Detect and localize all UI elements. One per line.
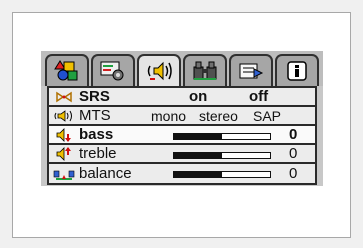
settings-tools-icon	[100, 61, 124, 81]
srs-row[interactable]: SRS on off	[49, 88, 315, 107]
tab-setup[interactable]	[91, 54, 135, 86]
mts-sap-option[interactable]: SAP	[253, 108, 281, 124]
mts-speaker-icon	[53, 107, 75, 124]
tab-channel[interactable]	[183, 54, 227, 86]
balance-slider[interactable]	[173, 171, 271, 178]
balance-value: 0	[289, 165, 298, 182]
tab-info[interactable]	[275, 54, 319, 86]
balance-speakers-icon	[53, 165, 75, 182]
binoculars-icon	[193, 61, 217, 80]
treble-value: 0	[289, 145, 298, 162]
bass-slider[interactable]	[173, 133, 271, 140]
audio-settings-list: SRS on off MTS mono stereo SAP bass 0 tr…	[47, 86, 317, 185]
mts-mono-option[interactable]: mono	[151, 108, 186, 124]
bass-label: bass	[79, 126, 114, 143]
balance-row[interactable]: balance 0	[49, 164, 315, 183]
treble-speaker-icon	[53, 145, 75, 162]
shapes-icon	[54, 60, 78, 81]
audio-speaker-icon	[147, 61, 172, 81]
treble-slider[interactable]	[173, 152, 271, 159]
tab-picture[interactable]	[45, 54, 89, 86]
bass-row[interactable]: bass 0	[49, 126, 315, 145]
balance-label: balance	[79, 165, 132, 182]
mts-label: MTS	[79, 107, 111, 124]
treble-row[interactable]: treble 0	[49, 145, 315, 164]
tab-input[interactable]	[229, 54, 273, 86]
srs-on-option[interactable]: on	[189, 88, 207, 105]
treble-label: treble	[79, 145, 117, 162]
srs-surround-icon	[53, 88, 75, 105]
tab-audio[interactable]	[137, 54, 181, 86]
input-source-icon	[239, 63, 264, 79]
menu-tab-bar	[41, 51, 323, 86]
mts-row[interactable]: MTS mono stereo SAP	[49, 107, 315, 126]
srs-off-option[interactable]: off	[249, 88, 268, 105]
info-icon	[287, 61, 307, 81]
bass-speaker-icon	[53, 126, 75, 143]
mts-stereo-option[interactable]: stereo	[199, 108, 238, 124]
bass-value: 0	[289, 126, 298, 143]
srs-label: SRS	[79, 88, 110, 105]
